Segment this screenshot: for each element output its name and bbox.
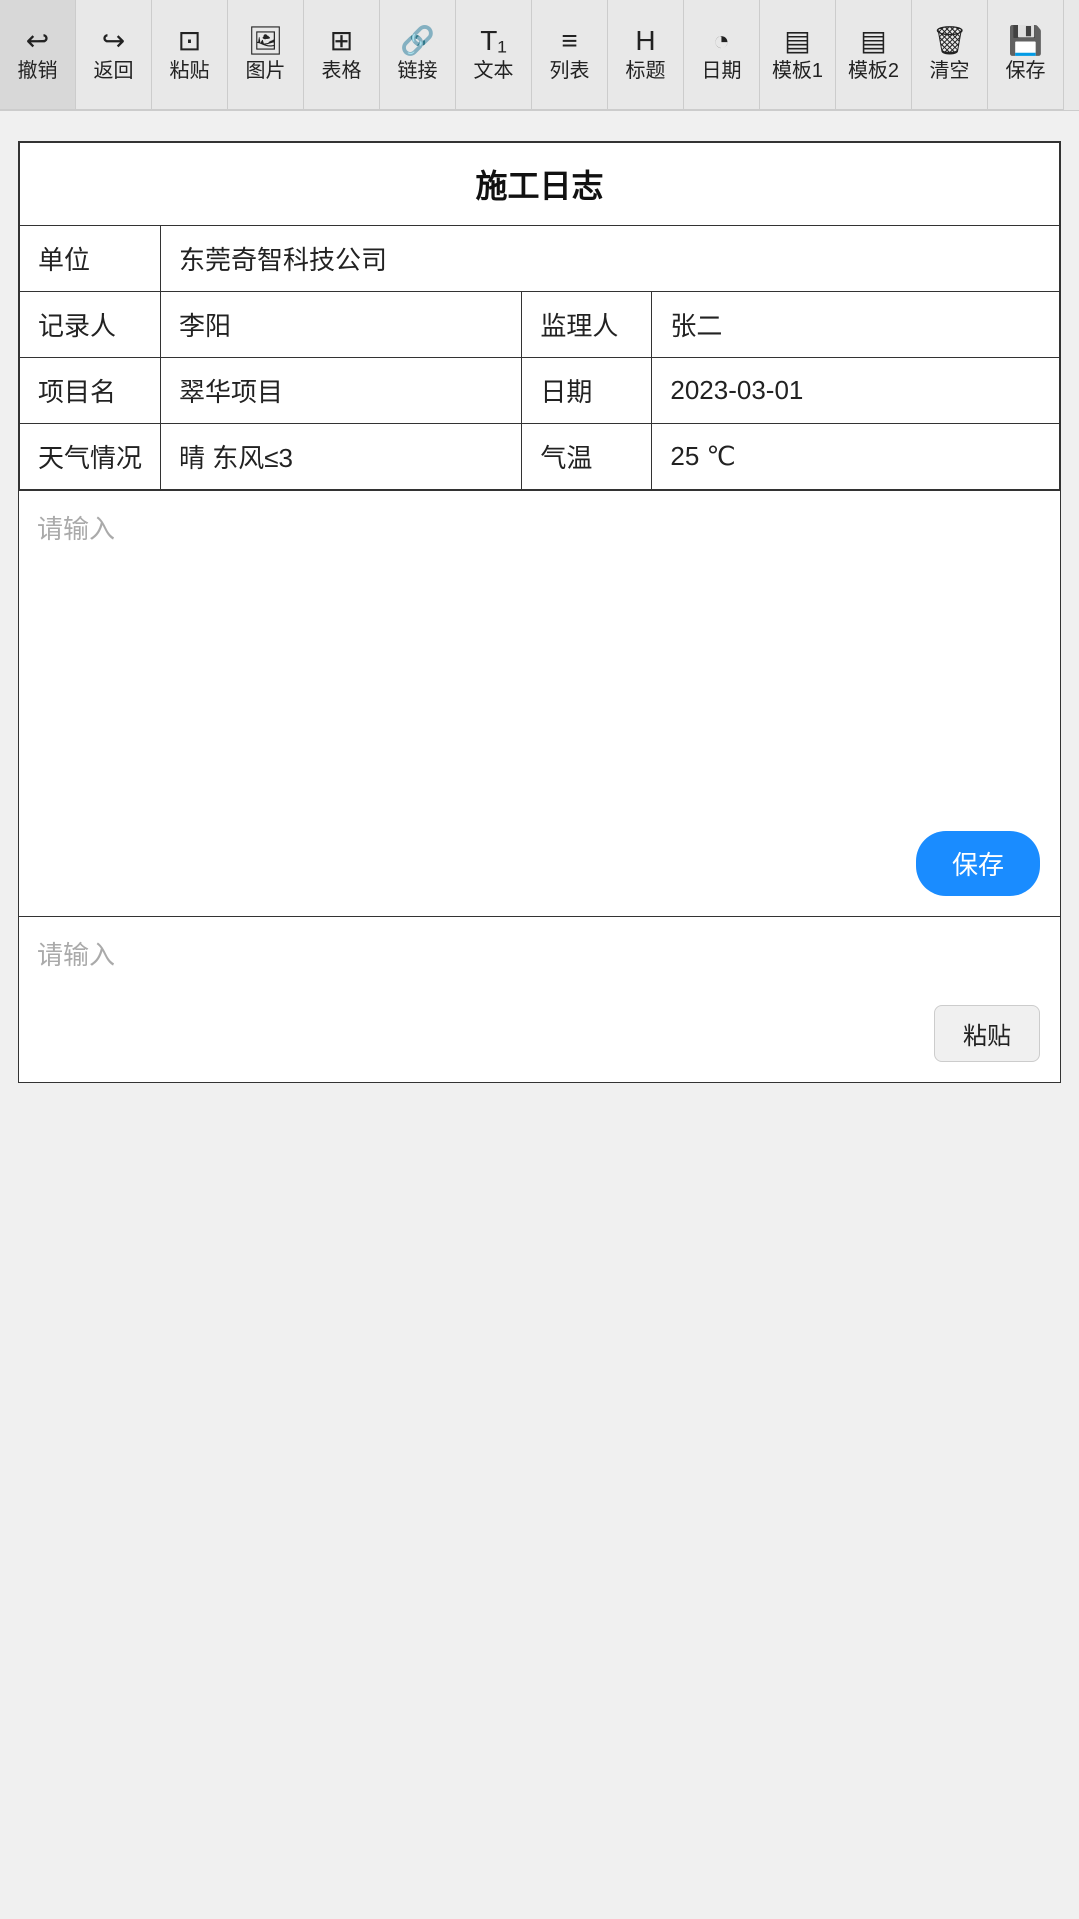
label-cell-2: 项目名 [19, 358, 161, 424]
image-icon: 🖼 [248, 27, 284, 55]
value2-cell-2: 2023-03-01 [652, 358, 1060, 424]
label-cell-1: 记录人 [19, 292, 161, 358]
list-icon: ≡ [561, 27, 577, 55]
table-row: 记录人李阳监理人张二 [19, 292, 1060, 358]
toolbar-label-link: 链接 [398, 59, 438, 83]
toolbar-label-redo: 返回 [94, 59, 134, 83]
log-table: 施工日志单位东莞奇智科技公司记录人李阳监理人张二项目名翠华项目日期2023-03… [18, 141, 1061, 491]
value2-cell-3: 25 ℃ [652, 424, 1060, 491]
undo-icon: ↩ [26, 27, 49, 55]
log-title: 施工日志 [19, 142, 1060, 226]
redo-icon: ↪ [102, 27, 125, 55]
table-row: 单位东莞奇智科技公司 [19, 226, 1060, 292]
heading-icon: H [635, 27, 655, 55]
value-cell-3-1: 晴 东风≤3 [161, 424, 522, 491]
text-input-area: 保存 [18, 491, 1061, 917]
label-cell-3: 天气情况 [19, 424, 161, 491]
template1-icon: ▤ [784, 27, 810, 55]
toolbar-label-clear: 清空 [930, 59, 970, 83]
label-cell-0: 单位 [19, 226, 161, 292]
text-icon: T₁ [480, 27, 507, 55]
toolbar-btn-heading[interactable]: H 标题 [608, 0, 684, 110]
toolbar-label-text: 文本 [474, 59, 514, 83]
table-icon: ⊞ [330, 27, 353, 55]
toolbar-label-save: 保存 [1006, 59, 1046, 83]
toolbar-btn-template1[interactable]: ▤ 模板1 [760, 0, 836, 110]
bottom-input-area: 粘贴 [18, 917, 1061, 1083]
toolbar-btn-link[interactable]: 🔗 链接 [380, 0, 456, 110]
value2-cell-1: 张二 [652, 292, 1060, 358]
label2-cell-3: 气温 [522, 424, 652, 491]
toolbar: ↩ 撤销 ↪ 返回 ⊡ 粘贴 🖼 图片 ⊞ 表格 🔗 链接 T₁ 文本 ≡ 列表 H 标题 ◔ 日期 ▤ 模板1 ▤ 模板2 🗑… [0, 0, 1079, 111]
toolbar-btn-image[interactable]: 🖼 图片 [228, 0, 304, 110]
toolbar-label-list: 列表 [550, 59, 590, 83]
value-cell-1-1: 李阳 [161, 292, 522, 358]
toolbar-btn-table[interactable]: ⊞ 表格 [304, 0, 380, 110]
table-row: 天气情况晴 东风≤3气温25 ℃ [19, 424, 1060, 491]
date-icon: ◔ [713, 27, 730, 55]
value-cell-0: 东莞奇智科技公司 [161, 226, 1060, 292]
toolbar-label-template1: 模板1 [772, 59, 823, 83]
toolbar-label-date: 日期 [702, 59, 742, 83]
toolbar-btn-redo[interactable]: ↪ 返回 [76, 0, 152, 110]
value-cell-2-1: 翠华项目 [161, 358, 522, 424]
label2-cell-2: 日期 [522, 358, 652, 424]
template2-icon: ▤ [860, 27, 886, 55]
toolbar-label-image: 图片 [246, 59, 286, 83]
toolbar-btn-date[interactable]: ◔ 日期 [684, 0, 760, 110]
toolbar-label-paste: 粘贴 [170, 59, 210, 83]
label2-cell-1: 监理人 [522, 292, 652, 358]
paste-icon: ⊡ [178, 27, 201, 55]
toolbar-btn-save[interactable]: 💾 保存 [988, 0, 1064, 110]
save-button[interactable]: 保存 [916, 831, 1040, 896]
toolbar-btn-list[interactable]: ≡ 列表 [532, 0, 608, 110]
toolbar-btn-template2[interactable]: ▤ 模板2 [836, 0, 912, 110]
toolbar-label-undo: 撤销 [18, 59, 58, 83]
link-icon: 🔗 [400, 27, 435, 55]
toolbar-btn-paste[interactable]: ⊡ 粘贴 [152, 0, 228, 110]
toolbar-btn-text[interactable]: T₁ 文本 [456, 0, 532, 110]
content-area: 施工日志单位东莞奇智科技公司记录人李阳监理人张二项目名翠华项目日期2023-03… [18, 141, 1061, 1083]
toolbar-label-heading: 标题 [626, 59, 666, 83]
clear-icon: 🗑 [932, 27, 968, 55]
save-icon: 💾 [1008, 27, 1043, 55]
paste-button[interactable]: 粘贴 [934, 1005, 1040, 1062]
toolbar-label-template2: 模板2 [848, 59, 899, 83]
toolbar-btn-clear[interactable]: 🗑 清空 [912, 0, 988, 110]
bottom-input[interactable] [19, 917, 1060, 1077]
toolbar-label-table: 表格 [322, 59, 362, 83]
toolbar-btn-undo[interactable]: ↩ 撤销 [0, 0, 76, 110]
text-input[interactable] [19, 491, 1060, 911]
table-row: 项目名翠华项目日期2023-03-01 [19, 358, 1060, 424]
